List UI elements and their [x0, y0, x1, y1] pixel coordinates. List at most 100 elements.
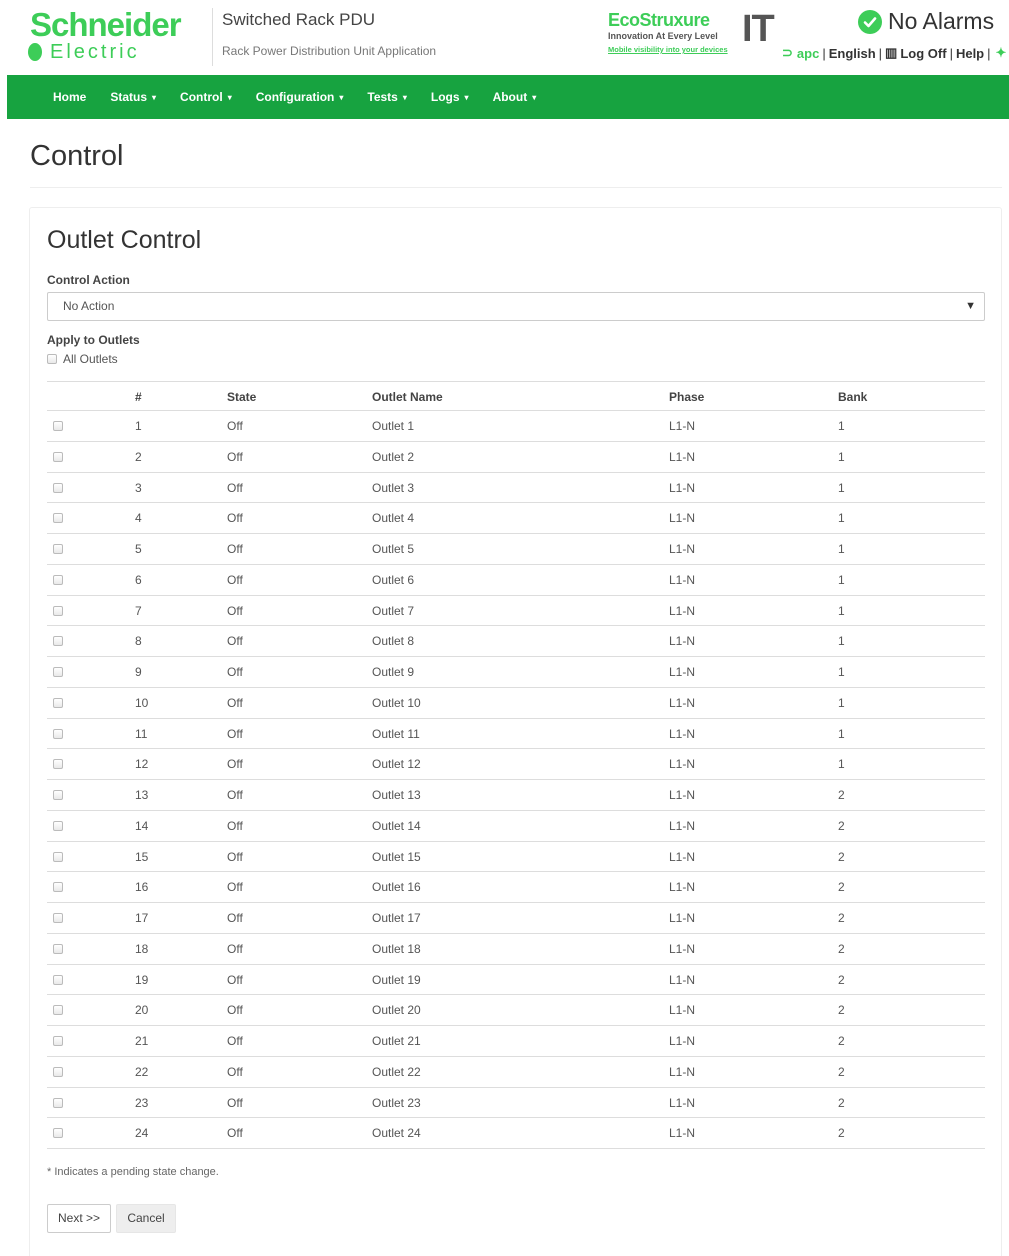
table-row: 6 Off Outlet 6 L1-N 1	[47, 565, 985, 596]
chevron-down-icon: ▾	[227, 93, 232, 102]
outlet-state: Off	[227, 972, 243, 987]
outlet-checkbox[interactable]	[53, 574, 63, 585]
outlet-checkbox[interactable]	[53, 1005, 63, 1016]
outlet-name: Outlet 2	[372, 449, 415, 464]
table-row: 14 Off Outlet 14 L1-N 2	[47, 811, 985, 842]
outlet-state: Off	[227, 880, 243, 895]
nav-item-about[interactable]: About ▾	[493, 90, 537, 104]
outlet-checkbox[interactable]	[53, 451, 63, 462]
chevron-down-icon: ▾	[464, 93, 469, 102]
outlet-phase: L1-N	[669, 757, 696, 772]
outlet-phase: L1-N	[669, 1034, 696, 1048]
outlet-checkbox[interactable]	[53, 667, 63, 677]
all-outlets-option[interactable]: All Outlets	[47, 352, 118, 366]
outlet-state: Off	[227, 634, 243, 649]
help-link[interactable]: Help	[956, 46, 984, 61]
user-link[interactable]: apc	[797, 46, 819, 61]
outlet-name: Outlet 18	[372, 941, 421, 956]
nav-item-control[interactable]: Control ▾	[180, 90, 232, 104]
outlet-name: Outlet 23	[372, 1095, 421, 1110]
column-header-bank[interactable]: Bank	[838, 390, 867, 404]
nav-item-tests[interactable]: Tests ▾	[367, 90, 406, 104]
outlet-phase: L1-N	[669, 695, 696, 710]
ecostruxure-logo[interactable]: EcoStruxure Innovation At Every Level Mo…	[608, 10, 758, 60]
outlet-bank: 2	[838, 818, 845, 833]
control-action-select[interactable]: No Action ▼	[47, 292, 985, 321]
outlet-number: 11	[135, 726, 148, 741]
check-circle-icon	[858, 9, 882, 34]
apply-to-outlets-label: Apply to Outlets	[47, 333, 140, 347]
outlet-number: 22	[135, 1064, 149, 1079]
outlet-name: Outlet 12	[372, 757, 421, 772]
ecostruxure-mobile-link[interactable]: Mobile visibility into your devices	[608, 45, 758, 54]
outlet-bank: 2	[838, 972, 845, 987]
outlet-phase: L1-N	[669, 572, 696, 587]
pin-icon[interactable]: ✦	[996, 45, 1007, 61]
app-title: Switched Rack PDU	[222, 10, 376, 29]
outlet-state: Off	[227, 480, 243, 495]
logoff-link[interactable]: Log Off	[900, 46, 946, 61]
nav-item-home[interactable]: Home	[53, 90, 86, 104]
outlet-phase: L1-N	[669, 511, 696, 526]
outlet-checkbox[interactable]	[53, 697, 63, 708]
outlet-phase: L1-N	[669, 419, 696, 433]
outlet-checkbox[interactable]	[53, 913, 63, 923]
column-header-phase[interactable]: Phase	[669, 390, 704, 404]
outlet-bank: 1	[838, 419, 845, 433]
alarm-status[interactable]: No Alarms	[858, 8, 994, 35]
outlet-checkbox[interactable]	[53, 851, 63, 862]
all-outlets-checkbox[interactable]	[47, 354, 57, 364]
outlet-bank: 1	[838, 480, 845, 495]
cancel-button[interactable]: Cancel	[116, 1204, 176, 1233]
outlet-state: Off	[227, 1126, 243, 1141]
next-button[interactable]: Next >>	[47, 1204, 111, 1233]
table-row: 18 Off Outlet 18 L1-N 2	[47, 934, 985, 965]
table-row: 19 Off Outlet 19 L1-N 2	[47, 965, 985, 996]
outlet-state: Off	[227, 757, 243, 772]
column-header-number[interactable]: #	[135, 390, 142, 404]
outlet-checkbox[interactable]	[53, 728, 63, 739]
outlet-name: Outlet 5	[372, 542, 415, 556]
outlet-name: Outlet 14	[372, 818, 421, 833]
outlet-checkbox[interactable]	[53, 943, 63, 954]
outlet-checkbox[interactable]	[53, 482, 63, 493]
outlet-state: Off	[227, 511, 243, 526]
outlet-number: 2	[135, 449, 142, 464]
outlet-checkbox[interactable]	[53, 790, 63, 800]
column-header-outlet-name[interactable]: Outlet Name	[372, 390, 443, 404]
language-link[interactable]: English	[829, 46, 876, 61]
outlet-phase: L1-N	[669, 542, 696, 556]
outlet-checkbox[interactable]	[53, 820, 63, 831]
outlet-state: Off	[227, 726, 243, 741]
outlet-bank: 1	[838, 726, 845, 741]
outlet-checkbox[interactable]	[53, 513, 63, 524]
outlet-bank: 1	[838, 511, 845, 526]
outlet-checkbox[interactable]	[53, 544, 63, 554]
outlet-phase: L1-N	[669, 449, 696, 464]
outlet-checkbox[interactable]	[53, 605, 63, 616]
nav-item-logs[interactable]: Logs ▾	[431, 90, 469, 104]
outlet-checkbox[interactable]	[53, 882, 63, 893]
outlet-checkbox[interactable]	[53, 1066, 63, 1077]
outlet-name: Outlet 7	[372, 603, 415, 618]
outlet-checkbox[interactable]	[53, 1097, 63, 1108]
outlet-bank: 1	[838, 757, 845, 772]
outlet-state: Off	[227, 572, 243, 587]
nav-item-configuration[interactable]: Configuration ▾	[256, 90, 344, 104]
outlet-checkbox[interactable]	[53, 1128, 63, 1139]
outlet-bank: 1	[838, 665, 845, 679]
outlet-state: Off	[227, 818, 243, 833]
outlet-number: 17	[135, 911, 149, 925]
outlet-checkbox[interactable]	[53, 974, 63, 985]
chevron-down-icon: ▾	[402, 93, 407, 102]
nav-item-status[interactable]: Status ▾	[110, 90, 156, 104]
outlet-checkbox[interactable]	[53, 759, 63, 770]
outlet-checkbox[interactable]	[53, 1036, 63, 1046]
table-row: 17 Off Outlet 17 L1-N 2	[47, 903, 985, 934]
outlet-checkbox[interactable]	[53, 636, 63, 647]
outlet-phase: L1-N	[669, 603, 696, 618]
outlet-bank: 1	[838, 634, 845, 649]
schneider-electric-logo[interactable]: Schneider Electric	[28, 8, 210, 64]
outlet-checkbox[interactable]	[53, 421, 63, 431]
column-header-state[interactable]: State	[227, 390, 256, 404]
